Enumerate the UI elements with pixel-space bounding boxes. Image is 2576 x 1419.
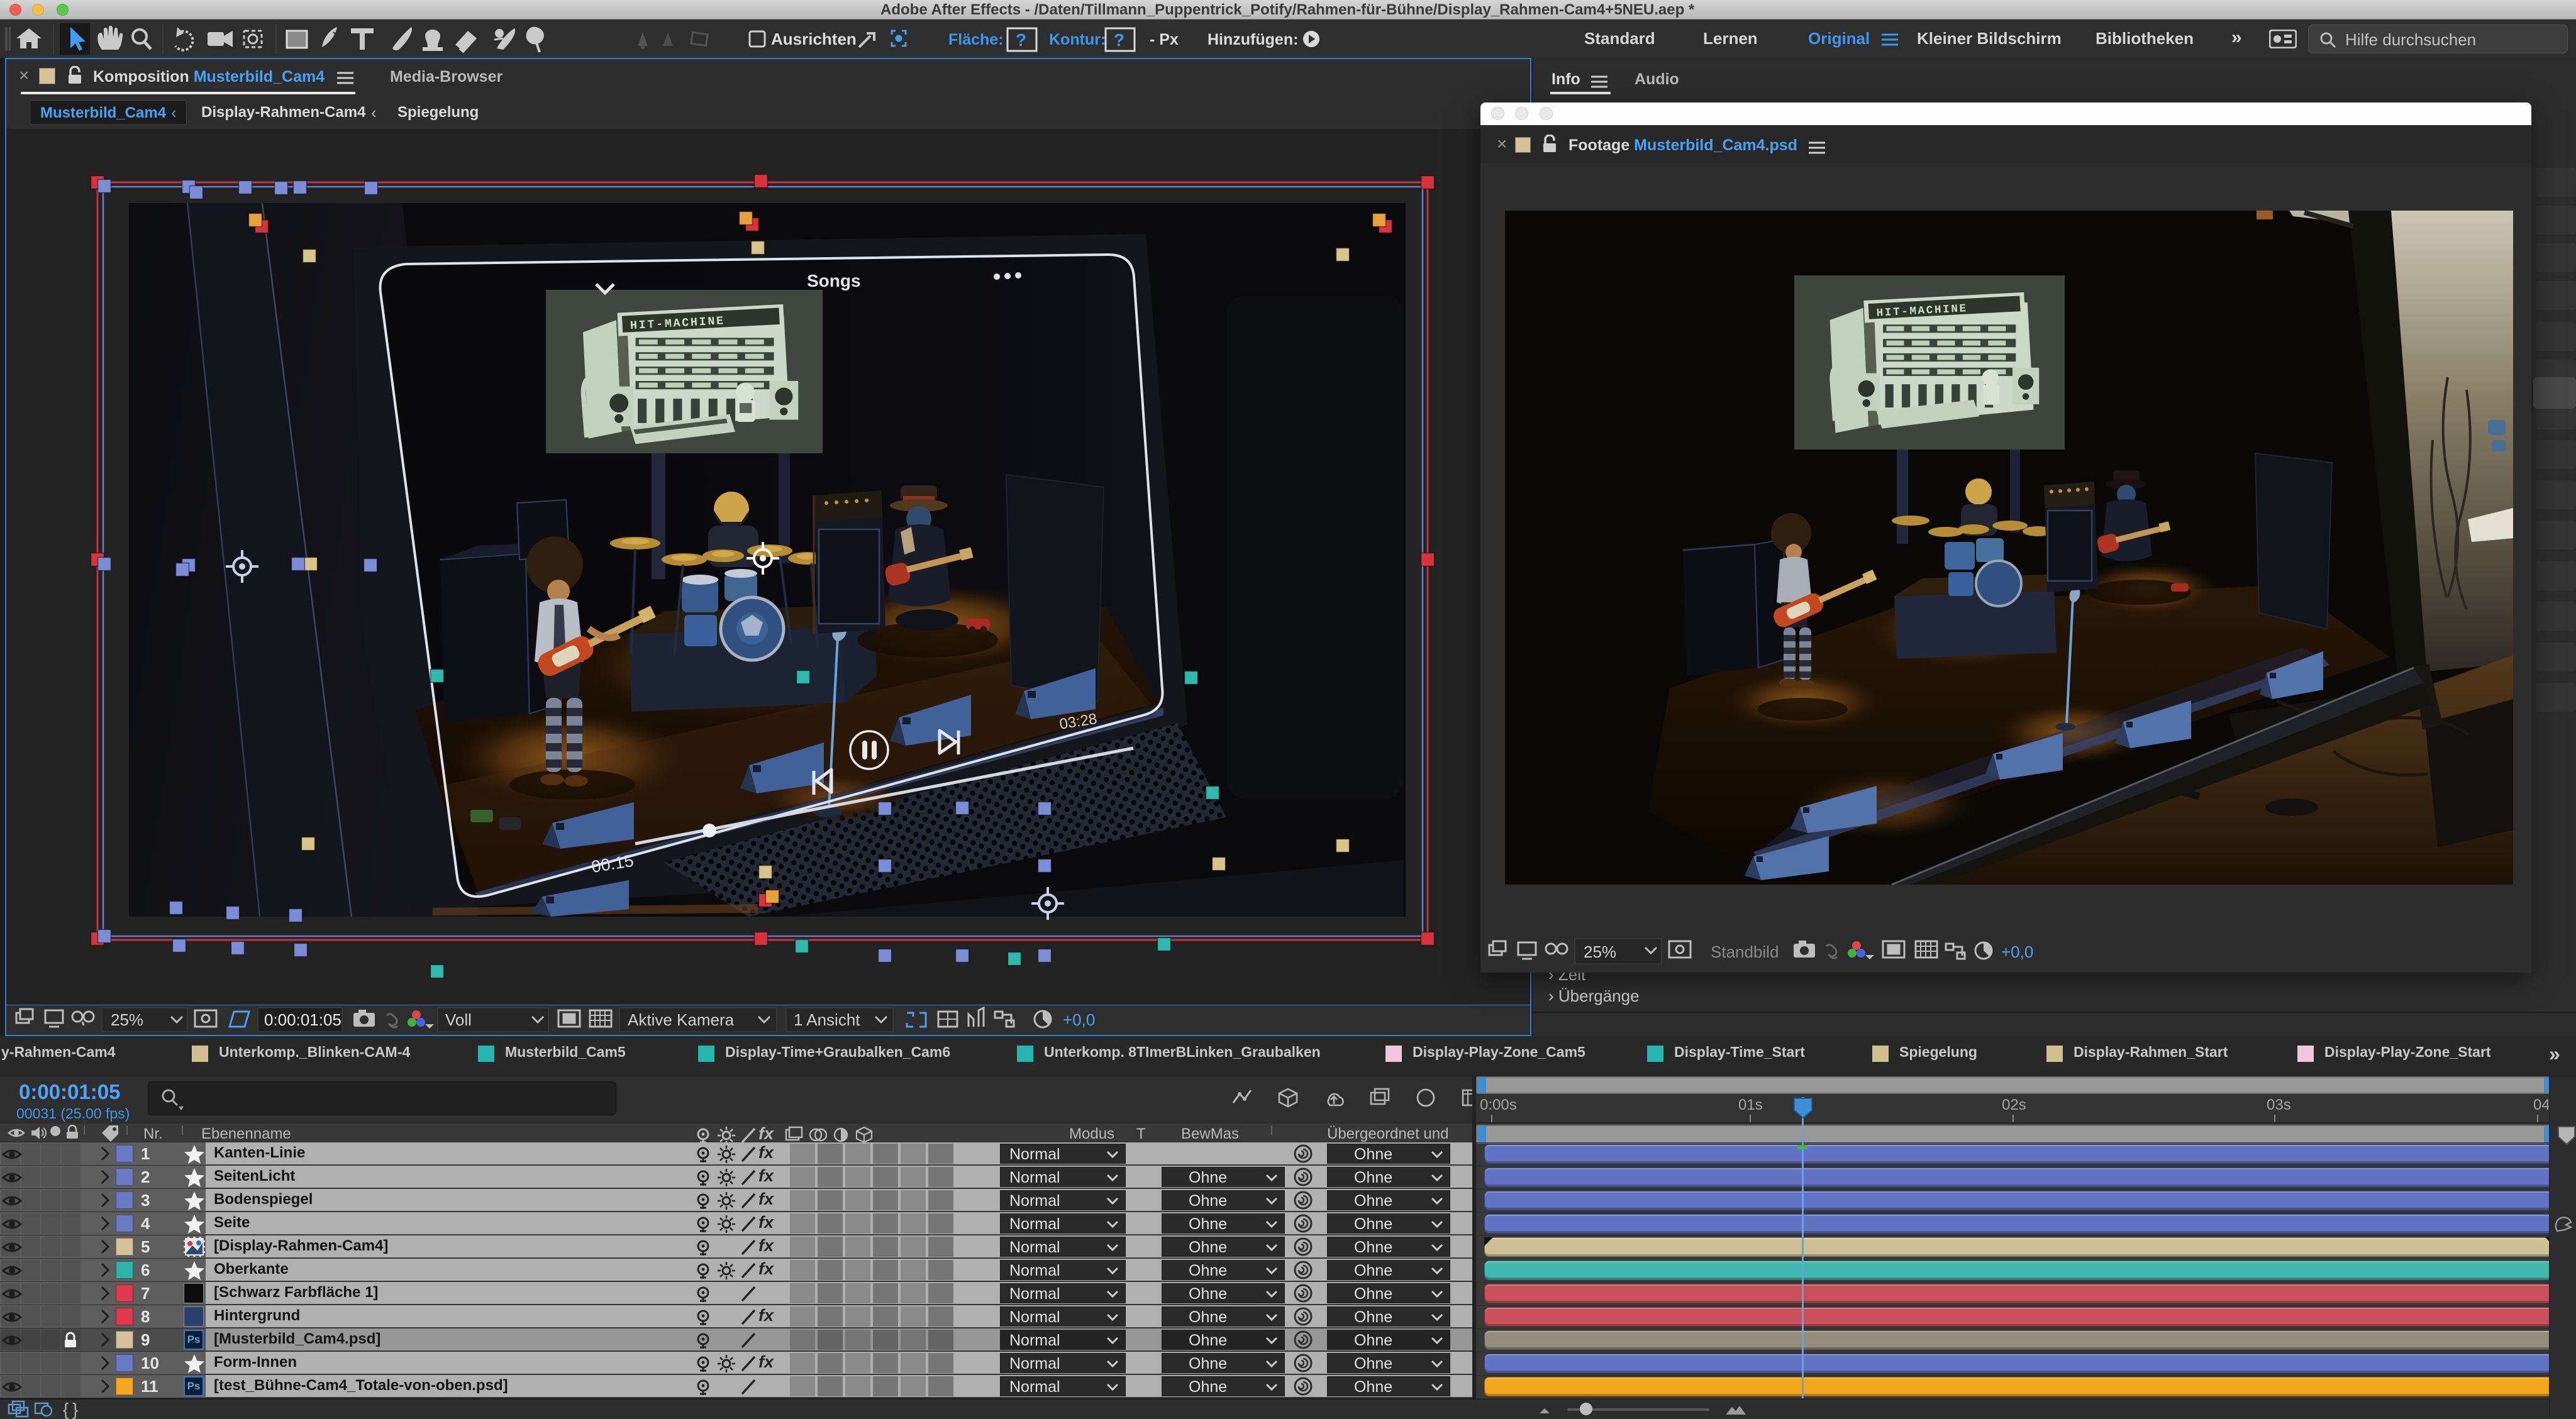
- svg-text:1 Ansicht: 1 Ansicht: [794, 1010, 860, 1029]
- svg-text:?: ?: [1016, 30, 1026, 50]
- svg-text:Voll: Voll: [445, 1010, 472, 1029]
- svg-text:Ausrichten: Ausrichten: [771, 30, 857, 48]
- svg-text:Kontur:: Kontur:: [1049, 31, 1106, 48]
- svg-text:- Px: - Px: [1150, 31, 1179, 48]
- svg-text:0:00:01:05: 0:00:01:05: [264, 1010, 341, 1029]
- svg-text:Standbild: Standbild: [1711, 942, 1779, 961]
- svg-text:25%: 25%: [111, 1010, 143, 1029]
- svg-text:25%: 25%: [1584, 942, 1616, 961]
- svg-text:+0,0: +0,0: [2001, 942, 2033, 961]
- svg-text:+0,0: +0,0: [1063, 1010, 1095, 1029]
- svg-text:?: ?: [1114, 30, 1124, 50]
- svg-text:Aktive Kamera: Aktive Kamera: [628, 1010, 735, 1029]
- svg-text:Songs: Songs: [807, 271, 861, 290]
- svg-text:Fläche:: Fläche:: [948, 31, 1004, 48]
- svg-text:Hinzufügen:: Hinzufügen:: [1208, 31, 1298, 48]
